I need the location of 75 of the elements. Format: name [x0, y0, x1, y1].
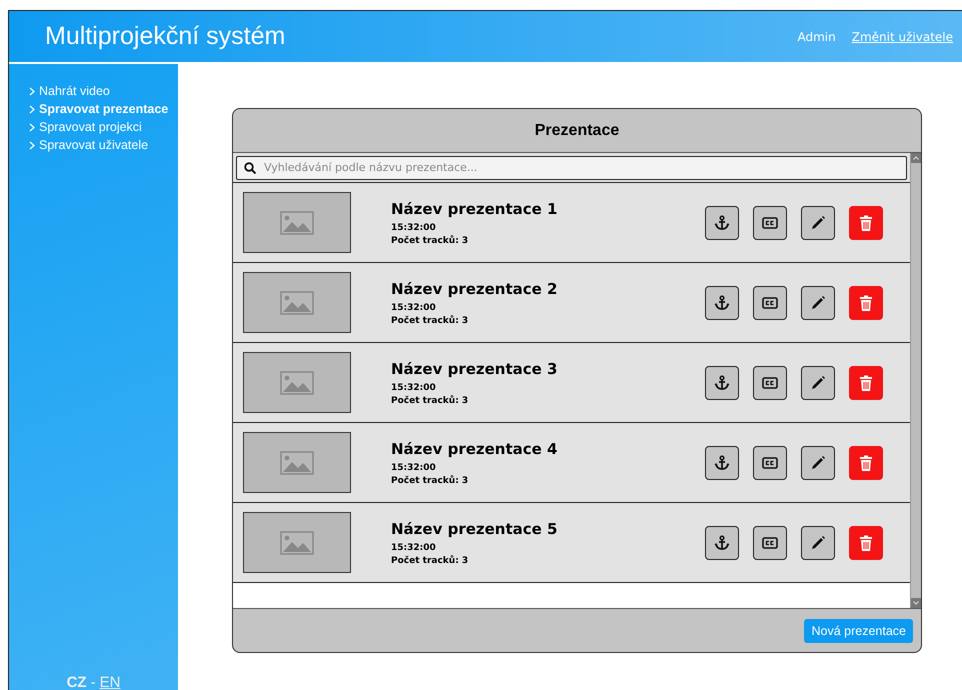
sidebar-item[interactable]: Nahrát video: [29, 84, 178, 98]
anchor-button[interactable]: [705, 286, 739, 320]
delete-button[interactable]: [849, 206, 883, 240]
pencil-button[interactable]: [801, 206, 835, 240]
app-title: Multiprojekční systém: [45, 22, 286, 51]
closed-captions-button[interactable]: [753, 206, 787, 240]
switch-user-link[interactable]: Změnit uživatele: [852, 30, 953, 44]
anchor-button[interactable]: [705, 366, 739, 400]
pencil-button[interactable]: [801, 366, 835, 400]
trash-icon: [859, 374, 873, 390]
scroll-down-icon[interactable]: [911, 598, 921, 608]
image-icon: [280, 370, 314, 394]
track-count: Počet tracků: 3: [391, 236, 470, 246]
closed-captions-icon: [762, 216, 778, 228]
pencil-button[interactable]: [801, 446, 835, 480]
presentation-name: Název prezentace 3: [391, 360, 558, 378]
presentation-name: Název prezentace 5: [391, 520, 558, 538]
separator: -: [90, 674, 96, 690]
delete-button[interactable]: [849, 526, 883, 560]
closed-captions-button[interactable]: [753, 366, 787, 400]
closed-captions-icon: [762, 456, 778, 468]
closed-captions-button[interactable]: [753, 526, 787, 560]
language-link[interactable]: EN: [100, 674, 120, 690]
track-count: Počet tracků: 3: [391, 556, 470, 566]
presentation-time: 15:32:00: [391, 542, 437, 552]
image-icon: [280, 290, 314, 314]
pencil-button[interactable]: [801, 526, 835, 560]
closed-captions-button[interactable]: [753, 286, 787, 320]
new-presentation-button[interactable]: Nová prezentace: [804, 618, 913, 642]
sidebar-item[interactable]: Spravovat uživatele: [29, 138, 178, 152]
user-name: Admin: [798, 30, 836, 44]
language-link[interactable]: CZ: [66, 674, 87, 690]
pencil-icon: [810, 294, 826, 310]
anchor-icon: [714, 214, 730, 230]
anchor-icon: [714, 374, 730, 390]
presentation-time: 15:32:00: [391, 302, 437, 312]
image-icon: [280, 530, 314, 554]
track-count: Počet tracků: 3: [391, 316, 470, 326]
trash-icon: [859, 454, 873, 470]
image-icon: [280, 210, 314, 234]
closed-captions-icon: [762, 296, 778, 308]
closed-captions-icon: [762, 376, 778, 388]
presentation-time: 15:32:00: [391, 382, 437, 392]
presentation-time: 15:32:00: [391, 222, 437, 232]
image-icon: [280, 450, 314, 474]
anchor-icon: [714, 294, 730, 310]
anchor-icon: [714, 454, 730, 470]
pencil-icon: [810, 454, 826, 470]
sidebar-item[interactable]: Spravovat prezentace: [29, 102, 178, 116]
presentation-name: Název prezentace 1: [391, 200, 558, 218]
trash-icon: [859, 294, 873, 310]
delete-button[interactable]: [849, 286, 883, 320]
delete-button[interactable]: [849, 446, 883, 480]
panel-title: Prezentace: [534, 120, 620, 140]
pencil-icon: [810, 374, 826, 390]
scroll-up-icon[interactable]: [911, 153, 921, 163]
trash-icon: [859, 534, 873, 550]
closed-captions-icon: [762, 536, 778, 548]
pencil-button[interactable]: [801, 286, 835, 320]
sidebar-item[interactable]: Spravovat projekci: [29, 120, 178, 134]
anchor-button[interactable]: [705, 206, 739, 240]
anchor-button[interactable]: [705, 446, 739, 480]
delete-button[interactable]: [849, 366, 883, 400]
search-field[interactable]: Vyhledávání podle názvu prezentace...: [236, 156, 907, 180]
closed-captions-button[interactable]: [753, 446, 787, 480]
presentation-time: 15:32:00: [391, 462, 437, 472]
track-count: Počet tracků: 3: [391, 476, 470, 486]
presentation-name: Název prezentace 2: [391, 280, 558, 298]
track-count: Počet tracků: 3: [391, 396, 470, 406]
pencil-icon: [810, 534, 826, 550]
presentation-name: Název prezentace 4: [391, 440, 558, 458]
pencil-icon: [810, 214, 826, 230]
anchor-icon: [714, 534, 730, 550]
anchor-button[interactable]: [705, 526, 739, 560]
trash-icon: [859, 214, 873, 230]
